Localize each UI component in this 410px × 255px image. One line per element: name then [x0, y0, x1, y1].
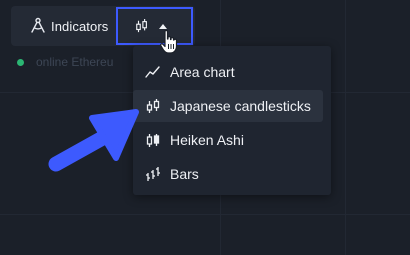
chart-grid-line	[345, 0, 346, 255]
annotation-arrow-icon	[48, 109, 139, 172]
menu-item-area-chart[interactable]: Area chart	[133, 56, 323, 88]
hand-cursor-icon	[160, 29, 178, 54]
menu-item-label: Area chart	[170, 64, 235, 80]
menu-item-label: Bars	[170, 166, 199, 182]
status-text: online Ethereu	[36, 55, 114, 69]
indicators-icon	[30, 17, 46, 35]
menu-item-label: Heiken Ashi	[170, 132, 244, 148]
menu-item-heiken-ashi[interactable]: Heiken Ashi	[133, 124, 323, 156]
chart-grid-line	[0, 214, 410, 215]
candlestick-icon	[135, 17, 149, 35]
menu-item-bars[interactable]: Bars	[133, 158, 323, 190]
caret-up-icon	[159, 23, 167, 29]
chart-type-button[interactable]	[116, 7, 193, 45]
indicators-label: Indicators	[51, 18, 109, 34]
chart-type-menu: Area chart Japanese candlesticks Heiken …	[133, 46, 331, 195]
menu-item-label: Japanese candlesticks	[170, 98, 311, 114]
area-chart-icon	[145, 64, 161, 80]
menu-item-japanese-candlesticks[interactable]: Japanese candlesticks	[133, 90, 323, 122]
indicators-button[interactable]: Indicators	[11, 6, 117, 46]
asset-status: online Ethereu	[17, 55, 113, 69]
online-status-dot	[17, 58, 24, 66]
